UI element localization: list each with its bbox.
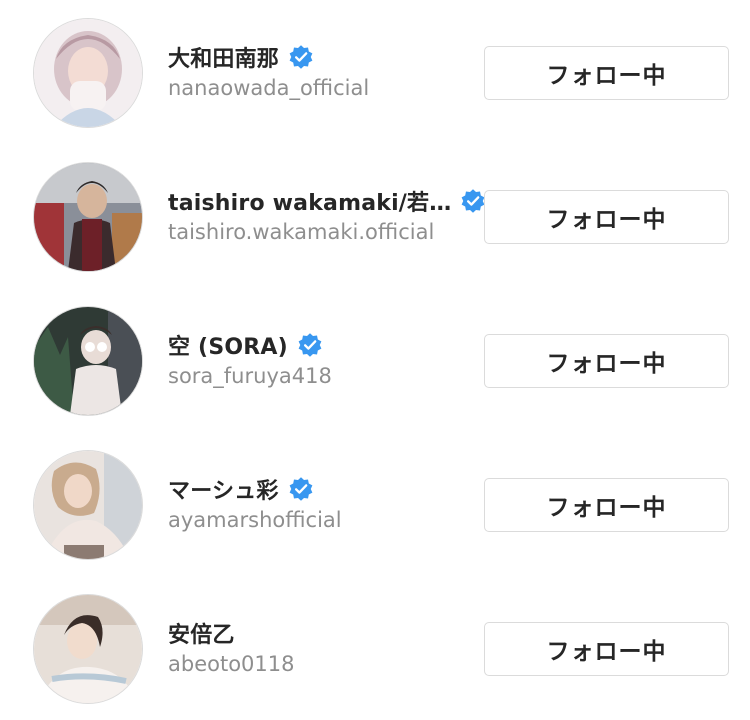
- name-line: マーシュ彩: [168, 472, 314, 506]
- username: taishiro.wakamaki.official: [168, 220, 435, 244]
- following-button[interactable]: フォロー中: [484, 478, 729, 532]
- verified-badge-icon: [462, 189, 485, 213]
- verified-badge-icon: [298, 333, 322, 357]
- name-line: taishiro wakamaki/若…: [168, 184, 486, 218]
- list-item[interactable]: 空 (SORA) sora_furuya418 フォロー中: [0, 288, 750, 432]
- avatar[interactable]: [33, 450, 143, 560]
- list-item[interactable]: マーシュ彩 ayamarshofficial フォロー中: [0, 432, 750, 576]
- avatar-image: [34, 307, 142, 415]
- following-button[interactable]: フォロー中: [484, 46, 729, 100]
- verified-badge-icon: [289, 477, 312, 501]
- list-item[interactable]: 安倍乙 abeoto0118 フォロー中: [0, 576, 750, 720]
- username: sora_furuya418: [168, 364, 332, 388]
- avatar[interactable]: [33, 306, 143, 416]
- avatar[interactable]: [33, 594, 143, 704]
- list-item[interactable]: 大和田南那 nanaowada_official フォロー中: [0, 0, 750, 144]
- avatar[interactable]: [33, 162, 143, 272]
- name-line: 空 (SORA): [168, 328, 323, 362]
- username: ayamarshofficial: [168, 508, 342, 532]
- display-name[interactable]: 空 (SORA): [168, 329, 288, 361]
- username: nanaowada_official: [168, 76, 370, 100]
- avatar-image: [34, 451, 142, 559]
- display-name[interactable]: taishiro wakamaki/若…: [168, 185, 451, 217]
- avatar-image: [34, 595, 142, 703]
- display-name[interactable]: 安倍乙: [168, 617, 235, 649]
- name-line: 安倍乙: [168, 616, 235, 650]
- username: abeoto0118: [168, 652, 295, 676]
- avatar-image: [34, 19, 142, 127]
- following-list: 大和田南那 nanaowada_official フォロー中 taishiro …: [0, 0, 750, 718]
- avatar[interactable]: [33, 18, 143, 128]
- following-button[interactable]: フォロー中: [484, 190, 729, 244]
- list-item[interactable]: taishiro wakamaki/若… taishiro.wakamaki.o…: [0, 144, 750, 288]
- display-name[interactable]: マーシュ彩: [168, 473, 279, 505]
- avatar-image: [34, 163, 142, 271]
- name-line: 大和田南那: [168, 40, 314, 74]
- verified-badge-icon: [289, 45, 313, 69]
- following-button[interactable]: フォロー中: [484, 622, 729, 676]
- following-button[interactable]: フォロー中: [484, 334, 729, 388]
- display-name[interactable]: 大和田南那: [168, 41, 279, 73]
